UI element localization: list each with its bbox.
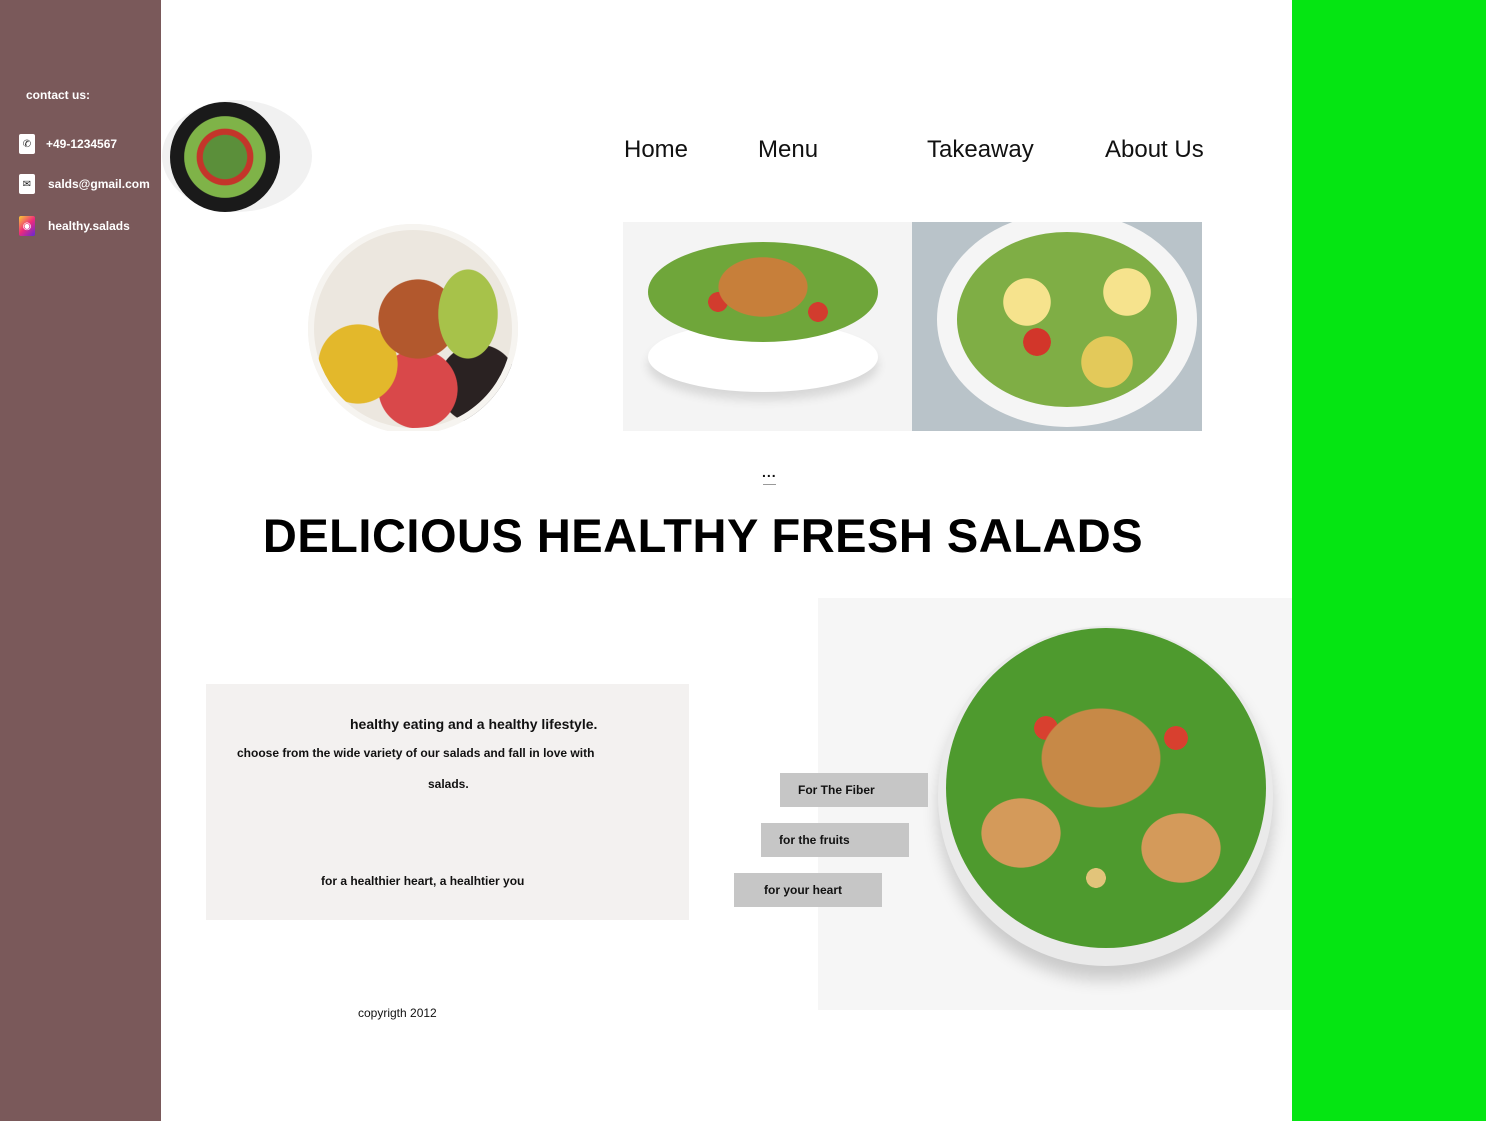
carousel-indicator-underline — [763, 484, 776, 485]
caesar-salad — [946, 628, 1266, 948]
copyright-text: copyrigth 2012 — [358, 1006, 437, 1020]
nav-takeaway[interactable]: Takeaway — [927, 136, 1034, 164]
info-line-1: healthy eating and a healthy lifestyle. — [350, 716, 598, 732]
info-box: healthy eating and a healthy lifestyle. … — [206, 684, 689, 920]
tag-for-the-fiber[interactable]: For The Fiber — [780, 773, 928, 807]
shrimp-salad-bowl — [308, 224, 518, 431]
contact-phone-text: +49-1234567 — [46, 137, 118, 151]
tag-for-your-heart[interactable]: for your heart — [734, 873, 882, 907]
carousel-indicator[interactable]: ... — [762, 464, 777, 480]
shrimp-salad-photo — [308, 222, 518, 431]
contact-email[interactable]: ✉ salds@gmail.com — [19, 174, 150, 194]
logo-salad-bowl[interactable] — [170, 102, 280, 212]
tag-for-the-fruits[interactable]: for the fruits — [761, 823, 909, 857]
contact-email-text: salds@gmail.com — [48, 177, 150, 191]
nav-about-us[interactable]: About Us — [1105, 136, 1204, 164]
nicoise-salad-photo — [912, 222, 1202, 431]
chicken-salad-greens — [648, 242, 878, 342]
page-headline: DELICIOUS HEALTHY FRESH SALADS — [262, 509, 1144, 562]
info-line-4: for a healthier heart, a healhtier you — [321, 874, 525, 888]
nicoise-salad-food — [957, 232, 1177, 407]
contact-phone[interactable]: ✆ +49-1234567 — [19, 134, 117, 154]
info-line-3: salads. — [428, 777, 469, 791]
mail-icon: ✉ — [19, 174, 35, 194]
contact-instagram[interactable]: ◉ healthy.salads — [19, 216, 130, 236]
chicken-salad-photo — [623, 222, 912, 431]
contact-title: contact us: — [26, 88, 91, 102]
info-line-2: choose from the wide variety of our sala… — [237, 746, 595, 760]
phone-icon: ✆ — [19, 134, 35, 154]
contact-instagram-text: healthy.salads — [48, 219, 130, 233]
nav-home[interactable]: Home — [624, 136, 688, 164]
nav-menu[interactable]: Menu — [758, 136, 818, 164]
instagram-icon: ◉ — [19, 216, 35, 236]
